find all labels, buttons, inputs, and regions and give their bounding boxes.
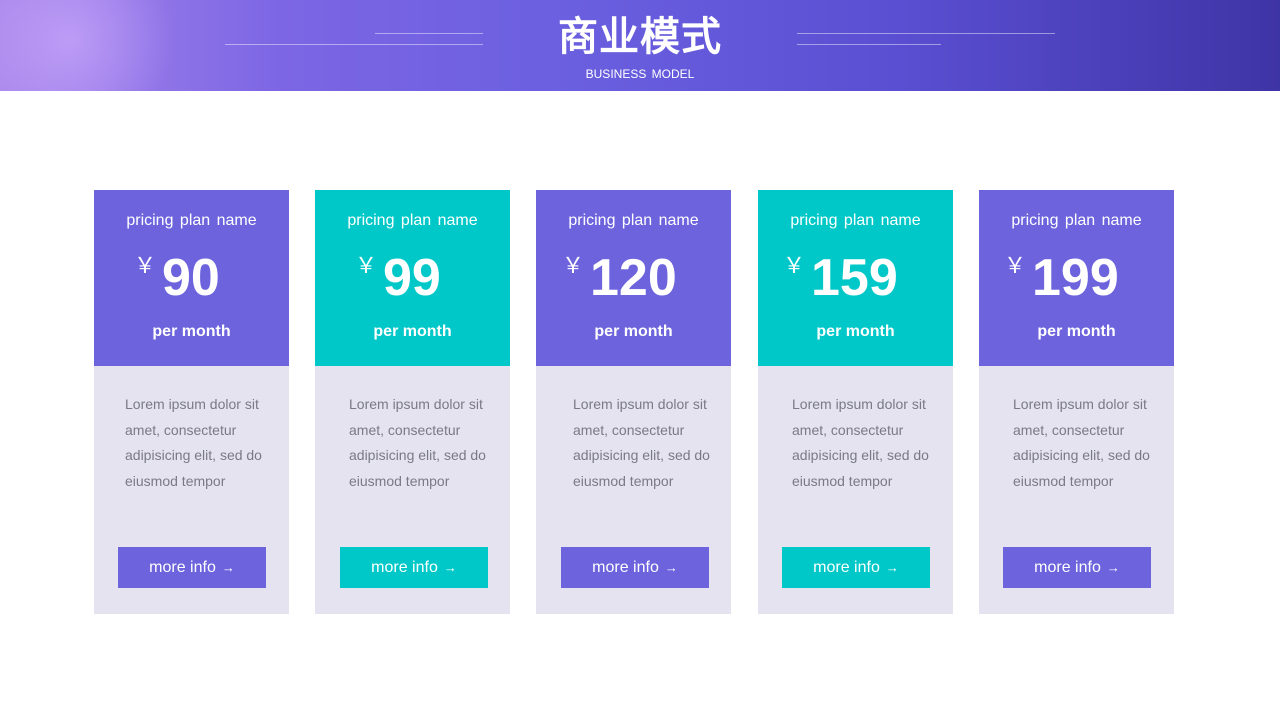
plan-description: Lorem ipsum dolor sit amet, consectetur …: [349, 396, 486, 490]
plan-price: 120: [590, 249, 677, 307]
pricing-card: pricing plan name ￥ 120 per month Lorem …: [536, 190, 731, 614]
more-info-button[interactable]: more info →: [340, 547, 488, 588]
pricing-card: pricing plan name ￥ 90 per month Lorem i…: [94, 190, 289, 614]
plan-name: pricing plan name: [126, 212, 257, 229]
header-banner: 商业模式 BUSINESS MODEL: [0, 0, 1280, 91]
plan-price: 199: [1032, 249, 1119, 307]
plan-description: Lorem ipsum dolor sit amet, consectetur …: [125, 396, 262, 490]
pricing-card-header: pricing plan name ￥ 199 per month: [979, 190, 1174, 366]
page-title: 商业模式: [558, 14, 722, 60]
plan-period: per month: [594, 323, 673, 340]
plan-price: 90: [162, 249, 220, 307]
yen-icon: ￥: [1004, 254, 1027, 279]
arrow-right-icon: →: [885, 560, 899, 575]
yen-icon: ￥: [134, 254, 157, 279]
yen-icon: ￥: [562, 254, 585, 279]
pricing-card: pricing plan name ￥ 159 per month Lorem …: [758, 190, 953, 614]
pricing-card-header: pricing plan name ￥ 99 per month: [315, 190, 510, 366]
pricing-card-header: pricing plan name ￥ 159 per month: [758, 190, 953, 366]
more-info-button[interactable]: more info →: [561, 547, 709, 588]
plan-description: Lorem ipsum dolor sit amet, consectetur …: [573, 396, 710, 490]
more-info-button[interactable]: more info →: [782, 547, 930, 588]
more-info-button[interactable]: more info →: [1003, 547, 1151, 588]
plan-period: per month: [373, 323, 452, 340]
more-info-label: more info: [813, 559, 880, 576]
more-info-label: more info: [371, 559, 438, 576]
plan-name: pricing plan name: [568, 212, 699, 229]
plan-period: per month: [816, 323, 895, 340]
plan-name: pricing plan name: [347, 212, 478, 229]
pricing-card-header: pricing plan name ￥ 120 per month: [536, 190, 731, 366]
arrow-right-icon: →: [664, 560, 678, 575]
more-info-label: more info: [1034, 559, 1101, 576]
plan-period: per month: [1037, 323, 1116, 340]
page-subtitle: BUSINESS MODEL: [585, 67, 695, 81]
plan-price: 159: [811, 249, 898, 307]
more-info-button[interactable]: more info →: [118, 547, 266, 588]
plan-name: pricing plan name: [790, 212, 921, 229]
pricing-card-header: pricing plan name ￥ 90 per month: [94, 190, 289, 366]
pricing-card: pricing plan name ￥ 99 per month Lorem i…: [315, 190, 510, 614]
plan-description: Lorem ipsum dolor sit amet, consectetur …: [792, 396, 929, 490]
plan-period: per month: [152, 323, 231, 340]
arrow-right-icon: →: [443, 560, 457, 575]
more-info-label: more info: [149, 559, 216, 576]
arrow-right-icon: →: [1106, 560, 1120, 575]
plan-price: 99: [383, 249, 441, 307]
yen-icon: ￥: [355, 254, 378, 279]
pricing-card: pricing plan name ￥ 199 per month Lorem …: [979, 190, 1174, 614]
arrow-right-icon: →: [221, 560, 235, 575]
plan-name: pricing plan name: [1011, 212, 1142, 229]
plan-description: Lorem ipsum dolor sit amet, consectetur …: [1013, 396, 1150, 490]
yen-icon: ￥: [783, 254, 806, 279]
more-info-label: more info: [592, 559, 659, 576]
